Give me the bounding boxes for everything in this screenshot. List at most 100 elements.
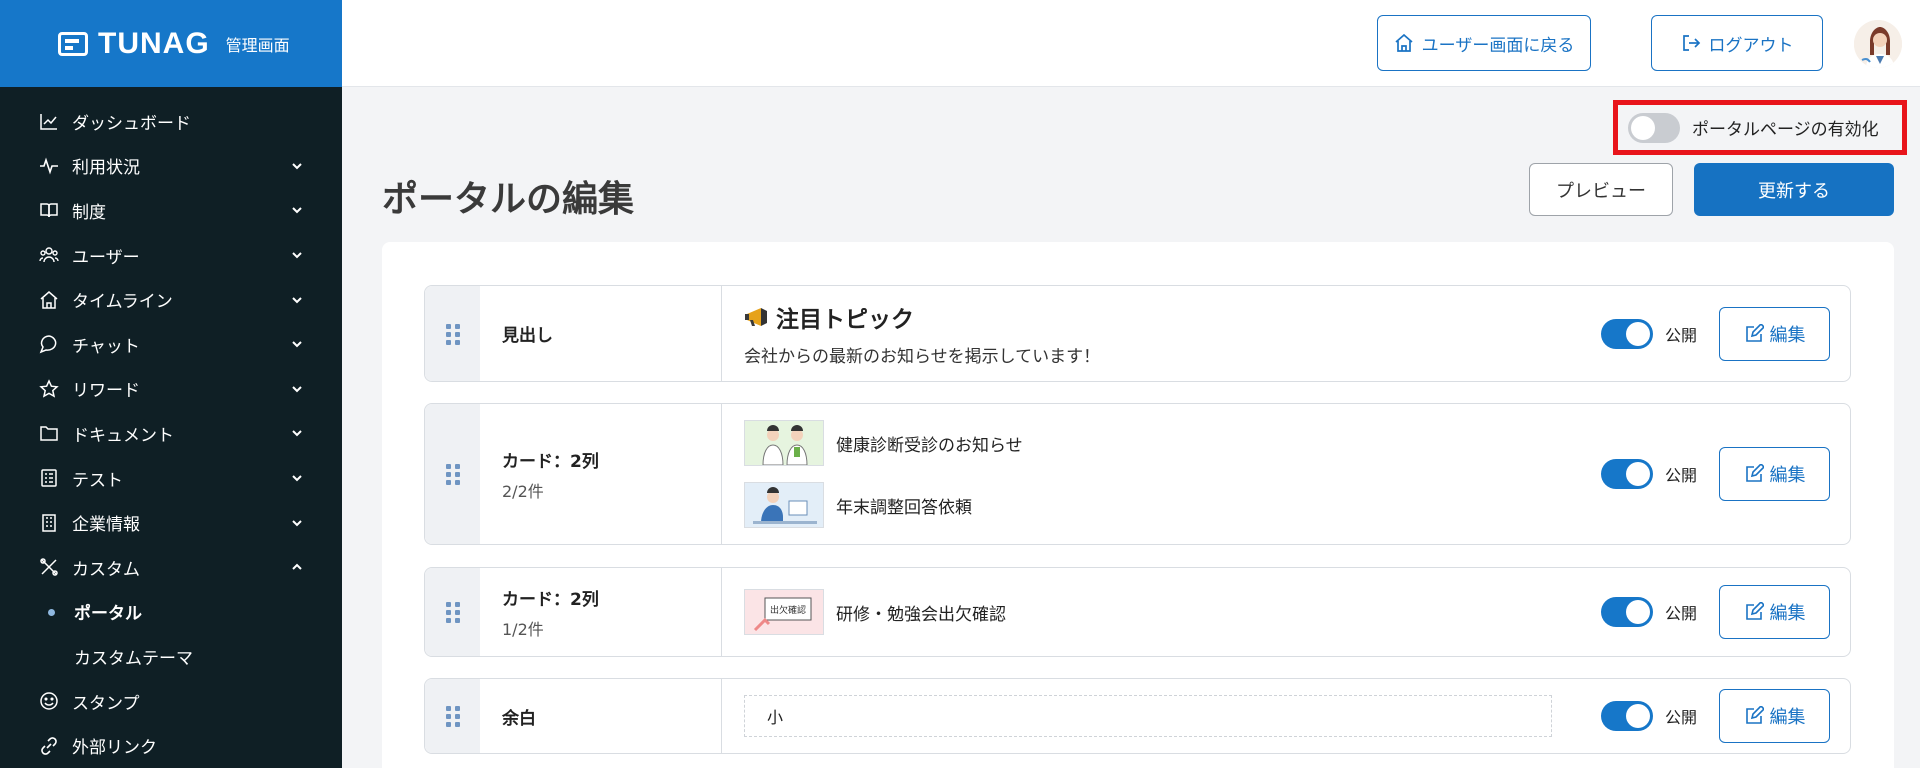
public-label: 公開 — [1664, 325, 1697, 345]
sidebar-item-label: ダッシュボード — [72, 113, 191, 134]
logout-icon — [1682, 35, 1700, 51]
sidebar-item-custom[interactable]: カスタム — [0, 545, 342, 590]
back-to-user-screen-button[interactable]: ユーザー画面に戻る — [1377, 15, 1591, 71]
chevron-down-icon — [292, 386, 302, 393]
sidebar-nav: ダッシュボード 利用状況 制度 ユーザー タイムライン チャット リワード ドキ… — [0, 87, 342, 768]
tunag-logo-icon — [58, 31, 88, 56]
public-toggle[interactable] — [1600, 318, 1653, 349]
home-icon — [1395, 33, 1413, 52]
card-thumbnail — [744, 420, 824, 466]
edit-icon — [1745, 706, 1764, 724]
sidebar-item-label: リワード — [72, 381, 140, 402]
public-label: 公開 — [1664, 466, 1697, 485]
chevron-up-icon — [292, 563, 302, 570]
block-item-count: 2/2件 — [502, 481, 544, 501]
sidebar-item-stamp[interactable]: スタンプ — [0, 679, 342, 724]
users-icon — [38, 244, 60, 266]
block-content: 注目トピック 会社からの最新のお知らせを掲示しています！ — [722, 286, 1100, 381]
sidebar-item-label: 企業情報 — [72, 515, 140, 536]
drag-handle[interactable] — [425, 404, 480, 544]
sidebar-subitem-portal[interactable]: ポータル — [0, 590, 342, 635]
logout-label: ログアウト — [1708, 35, 1794, 56]
chat-bubble-icon — [38, 333, 60, 355]
block-type: 見出し — [480, 286, 722, 381]
block-type-label: カード：2列 — [502, 589, 599, 610]
logout-button[interactable]: ログアウト — [1651, 15, 1823, 71]
sidebar-item-usage[interactable]: 利用状況 — [0, 144, 342, 189]
folder-icon — [38, 422, 60, 444]
public-label: 公開 — [1664, 708, 1697, 727]
preview-button[interactable]: プレビュー — [1529, 163, 1673, 216]
sidebar-item-chat[interactable]: チャット — [0, 322, 342, 367]
sidebar: TUNAG 管理画面 ダッシュボード 利用状況 制度 ユーザー タイムライン チ… — [0, 0, 342, 768]
avatar[interactable] — [1854, 20, 1902, 68]
chart-line-icon — [38, 110, 60, 132]
sidebar-item-external-link[interactable]: 外部リンク — [0, 723, 342, 768]
edit-button[interactable]: 編集 — [1719, 306, 1830, 361]
logo-subtitle: 管理画面 — [225, 35, 290, 55]
public-toggle[interactable] — [1600, 701, 1653, 731]
portal-enable-toggle[interactable] — [1628, 112, 1680, 143]
block-row-heading: 見出し 注目トピック 会社からの最新のお知らせを掲示しています！ 公開 編集 — [424, 285, 1851, 382]
portal-enable-label: ポータルページの有効化 — [1692, 120, 1879, 140]
drag-dots-icon — [445, 602, 460, 623]
drag-dots-icon — [445, 706, 460, 727]
sidebar-item-timeline[interactable]: タイムライン — [0, 277, 342, 322]
block-controls: 公開 編集 — [1600, 286, 1830, 381]
building-icon — [38, 512, 60, 534]
update-button[interactable]: 更新する — [1694, 163, 1894, 216]
block-content: 健康診断受診のお知らせ 年末調整回答依頼 — [722, 404, 1023, 544]
sidebar-item-users[interactable]: ユーザー — [0, 233, 342, 278]
edit-button[interactable]: 編集 — [1719, 585, 1830, 639]
sidebar-item-dashboard[interactable]: ダッシュボード — [0, 99, 342, 144]
block-controls: 公開 編集 — [1600, 404, 1830, 544]
sidebar-item-reward[interactable]: リワード — [0, 367, 342, 412]
sidebar-item-system[interactable]: 制度 — [0, 188, 342, 233]
back-to-user-screen-label: ユーザー画面に戻る — [1421, 35, 1575, 56]
doctors-illustration-icon — [762, 425, 808, 465]
edit-label: 編集 — [1769, 324, 1806, 346]
card-item: 年末調整回答依頼 — [744, 480, 1023, 530]
edit-button[interactable]: 編集 — [1719, 447, 1830, 501]
megaphone-icon — [745, 308, 767, 326]
block-row-card: カード：2列 2/2件 健康診断受診のお知らせ 年末調整回答依頼 公開 編集 — [424, 403, 1851, 545]
sidebar-item-document[interactable]: ドキュメント — [0, 411, 342, 456]
public-toggle[interactable] — [1600, 459, 1653, 489]
edit-label: 編集 — [1769, 465, 1806, 486]
sidebar-item-company[interactable]: 企業情報 — [0, 500, 342, 545]
card-thumbnail — [744, 482, 824, 528]
sidebar-item-label: 制度 — [72, 202, 106, 223]
block-row-card: カード：2列 1/2件 出欠確認 研修・勉強会出欠確認 公開 編集 — [424, 567, 1851, 657]
drag-dots-icon — [445, 464, 460, 485]
top-header: ユーザー画面に戻る ログアウト — [342, 0, 1920, 87]
edit-icon — [1745, 323, 1764, 342]
block-type-label: 見出し — [502, 326, 553, 346]
user-avatar-icon — [1854, 20, 1902, 68]
sidebar-item-test[interactable]: テスト — [0, 456, 342, 501]
desk-worker-illustration-icon — [753, 487, 817, 524]
block-type-label: カード：2列 — [502, 451, 599, 472]
thumbnail-text: 出欠確認 — [770, 604, 806, 616]
attendance-illustration-icon: 出欠確認 — [753, 597, 812, 632]
block-type-label: 余白 — [502, 708, 536, 729]
edit-button[interactable]: 編集 — [1719, 689, 1830, 743]
card-item-title: 年末調整回答依頼 — [836, 497, 972, 518]
sidebar-item-label: タイムライン — [72, 292, 173, 313]
block-content: 小 — [722, 679, 1552, 753]
sidebar-subitem-label: ポータル — [74, 604, 142, 625]
drag-handle[interactable] — [425, 679, 480, 753]
card-item-title: 健康診断受診のお知らせ — [836, 435, 1023, 456]
edit-label: 編集 — [1769, 603, 1806, 624]
public-toggle[interactable] — [1600, 597, 1653, 627]
checklist-icon — [38, 467, 60, 489]
sidebar-item-label: チャット — [72, 336, 140, 357]
block-type: カード：2列 2/2件 — [480, 404, 722, 544]
drag-handle[interactable] — [425, 286, 480, 381]
portal-enable-toggle-area: ポータルページの有効化 — [1613, 100, 1907, 155]
edit-icon — [1745, 602, 1764, 620]
sidebar-item-label: 利用状況 — [72, 158, 140, 179]
drag-dots-icon — [445, 323, 460, 345]
logo-bar[interactable]: TUNAG 管理画面 — [0, 0, 342, 87]
sidebar-subitem-custom-theme[interactable]: カスタムテーマ — [0, 634, 342, 679]
drag-handle[interactable] — [425, 568, 480, 656]
